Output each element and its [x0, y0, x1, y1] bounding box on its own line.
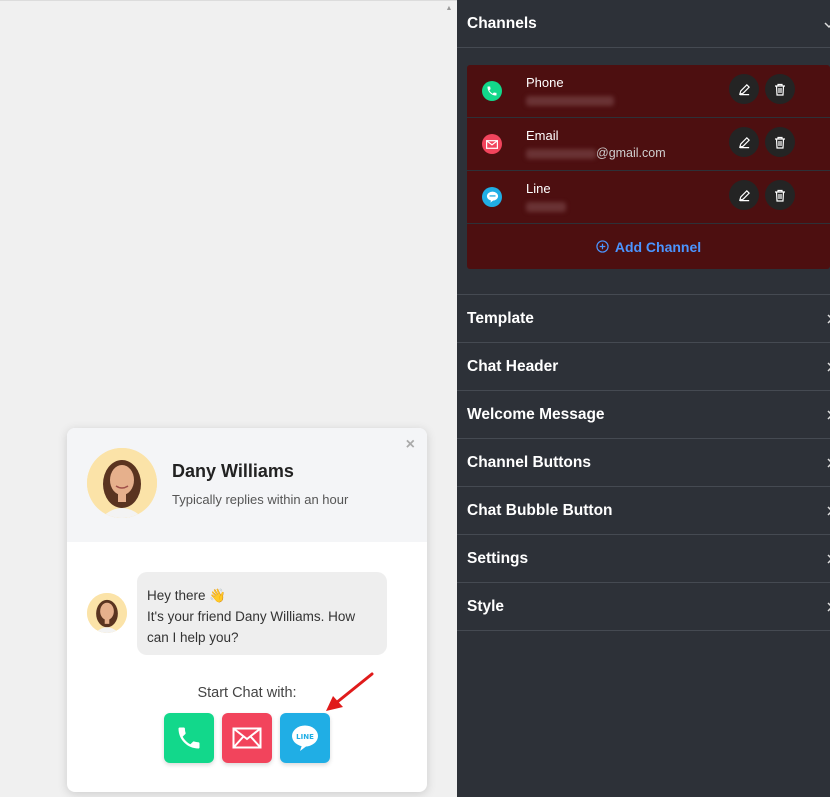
section-template[interactable]: Template	[457, 295, 830, 343]
channel-value-redacted	[526, 199, 566, 213]
section-chat-header[interactable]: Chat Header	[457, 343, 830, 391]
email-icon	[482, 134, 502, 154]
chevron-right-icon	[826, 503, 830, 519]
trash-icon	[775, 189, 785, 202]
edit-channel-button[interactable]	[729, 180, 759, 210]
chevron-right-icon	[826, 455, 830, 471]
pencil-icon	[738, 189, 750, 201]
agent-avatar	[87, 448, 157, 518]
section-channel-buttons[interactable]: Channel Buttons	[457, 439, 830, 487]
section-title: Style	[467, 597, 505, 615]
delete-channel-button[interactable]	[765, 74, 795, 104]
scroll-up-arrow-icon[interactable]: ▲	[444, 5, 454, 13]
section-title: Settings	[467, 549, 529, 567]
email-channel-button[interactable]	[222, 713, 272, 763]
channel-name: Phone	[526, 75, 564, 90]
channel-value: @gmail.com	[526, 146, 666, 160]
section-welcome-message[interactable]: Welcome Message	[457, 391, 830, 439]
plus-circle-icon	[596, 240, 609, 253]
section-chat-bubble-button[interactable]: Chat Bubble Button	[457, 487, 830, 535]
phone-icon	[482, 81, 502, 101]
section-title: Channel Buttons	[467, 453, 591, 471]
chevron-right-icon	[826, 551, 830, 567]
welcome-message-bubble: Hey there 👋 It's your friend Dany Willia…	[137, 572, 387, 655]
edit-channel-button[interactable]	[729, 74, 759, 104]
delete-channel-button[interactable]	[765, 127, 795, 157]
add-channel-label: Add Channel	[614, 238, 702, 255]
agent-name: Dany Williams	[172, 461, 294, 481]
section-title: Chat Bubble Button	[467, 501, 613, 519]
chevron-right-icon	[826, 407, 830, 423]
channel-buttons: LINE	[164, 713, 330, 763]
red-arrow-annotation	[326, 672, 374, 711]
section-title: Template	[467, 309, 534, 327]
phone-icon	[178, 727, 200, 749]
chevron-right-icon	[826, 359, 830, 375]
channel-row-email: Email @gmail.com	[467, 118, 830, 171]
preview-area: ▲ Dany Williams Typically replies within…	[0, 0, 457, 797]
channel-row-line: Line	[467, 171, 830, 224]
section-style[interactable]: Style	[457, 583, 830, 631]
pencil-icon	[738, 136, 750, 148]
line-icon	[482, 187, 502, 207]
channel-name: Line	[526, 181, 551, 196]
welcome-message-line1: Hey there 👋	[147, 588, 227, 603]
channel-value-redacted	[526, 93, 614, 107]
delete-channel-button[interactable]	[765, 180, 795, 210]
welcome-message-line2: It's your friend Dany Williams. How can …	[147, 609, 356, 645]
agent-reply-time: Typically replies within an hour	[172, 492, 349, 507]
widget-header: Dany Williams Typically replies within a…	[67, 428, 427, 542]
settings-panel: Channels Phone Email @gmail.com Line Add…	[457, 0, 830, 797]
section-title: Chat Header	[467, 357, 559, 375]
chat-widget: Dany Williams Typically replies within a…	[67, 428, 427, 792]
line-logo-text: LINE	[296, 733, 314, 741]
close-icon[interactable]: ×	[406, 436, 415, 454]
line-channel-button[interactable]: LINE	[280, 713, 330, 763]
channels-list: Phone Email @gmail.com Line Add Channel	[467, 65, 830, 269]
section-channels[interactable]: Channels	[457, 0, 830, 48]
email-icon	[232, 727, 262, 749]
channel-name: Email	[526, 128, 559, 143]
section-settings[interactable]: Settings	[457, 535, 830, 583]
section-divider	[457, 269, 830, 295]
channel-row-phone: Phone	[467, 65, 830, 118]
channel-value-text: @gmail.com	[596, 146, 666, 160]
section-channels-title: Channels	[467, 14, 537, 32]
add-channel-button[interactable]: Add Channel	[467, 224, 830, 269]
chevron-right-icon	[826, 599, 830, 615]
pencil-icon	[738, 83, 750, 95]
trash-icon	[775, 136, 785, 149]
line-icon: LINE	[292, 725, 318, 751]
chevron-right-icon	[826, 311, 830, 327]
chevron-down-icon	[824, 16, 830, 32]
section-title: Welcome Message	[467, 405, 605, 423]
phone-channel-button[interactable]	[164, 713, 214, 763]
edit-channel-button[interactable]	[729, 127, 759, 157]
message-avatar	[87, 593, 127, 633]
trash-icon	[775, 83, 785, 96]
